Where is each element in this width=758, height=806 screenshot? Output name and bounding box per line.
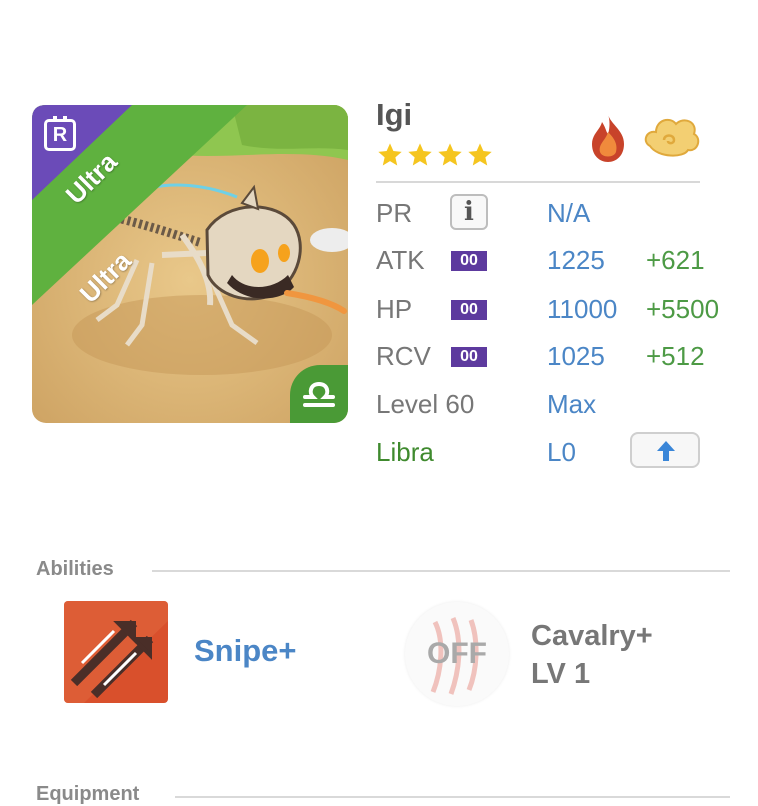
rcv-bonus: +512 — [646, 341, 705, 371]
pr-label: PR — [376, 198, 413, 228]
ability-cavalry-name[interactable]: Cavalry+ LV 1 — [531, 617, 653, 693]
star-icon — [378, 143, 402, 166]
atk-value: 1225 — [547, 245, 605, 275]
rarity-badge-icon: R — [44, 116, 76, 151]
rcv-label: RCV — [376, 341, 431, 371]
rcv-value: 1025 — [547, 341, 605, 371]
arrow-up-icon — [657, 441, 675, 461]
info-button[interactable]: i — [450, 194, 488, 230]
zodiac-label: Libra — [376, 437, 434, 467]
rcv-plus-badge: 00 — [451, 347, 487, 367]
star-icon — [468, 143, 492, 166]
unit-name: Igi — [376, 97, 413, 132]
abilities-divider — [152, 570, 730, 572]
zodiac-value: L0 — [547, 437, 576, 467]
hp-label: HP — [376, 294, 413, 324]
ability-status-off: OFF — [427, 637, 487, 670]
header-divider — [376, 181, 700, 183]
equipment-heading: Equipment — [36, 783, 140, 805]
star-rating — [376, 141, 494, 169]
atk-plus-badge: 00 — [451, 251, 487, 271]
star-icon — [438, 143, 462, 166]
pr-value: N/A — [547, 198, 591, 228]
equipment-divider — [175, 796, 730, 798]
cavalry-name-line: Cavalry+ — [531, 620, 653, 652]
hp-bonus: +5500 — [646, 294, 720, 324]
cavalry-toggle[interactable]: OFF — [405, 602, 509, 706]
zodiac-upgrade-button[interactable] — [630, 432, 700, 468]
level-value: Max — [547, 389, 597, 419]
abilities-heading: Abilities — [36, 558, 114, 580]
star-icon — [408, 143, 432, 166]
cavalry-level-line: LV 1 — [531, 658, 591, 690]
ability-snipe-name[interactable]: Snipe+ — [194, 633, 297, 669]
atk-bonus: +621 — [646, 245, 705, 275]
level-label: Level 60 — [376, 389, 475, 419]
rarity-ribbon — [32, 105, 247, 305]
wind-element-icon — [644, 118, 700, 157]
hp-value: 11000 — [547, 294, 618, 324]
atk-label: ATK — [376, 245, 425, 275]
hp-plus-badge: 00 — [451, 300, 487, 320]
snipe-arrows-icon[interactable] — [64, 601, 168, 703]
fire-element-icon — [592, 114, 624, 162]
